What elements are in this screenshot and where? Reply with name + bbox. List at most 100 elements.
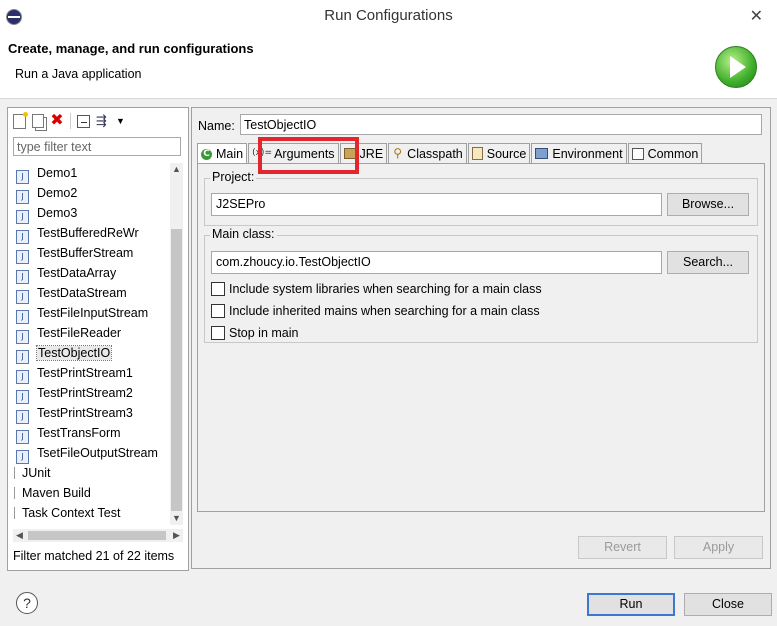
tab-main[interactable]: C Main [197, 143, 248, 164]
main-class-field[interactable]: com.zhoucy.io.TestObjectIO [211, 251, 662, 274]
tree-group-item[interactable]: Task Context Test [13, 503, 168, 523]
tab-label: Main [216, 147, 244, 161]
close-window-button[interactable]: ✕ [750, 6, 763, 26]
tree-item-label: Demo2 [37, 186, 78, 200]
delete-icon[interactable]: ✖ [50, 113, 64, 129]
name-label: Name: [198, 119, 235, 133]
java-app-icon: J [16, 190, 29, 204]
tree-config-item[interactable]: J TestTransForm [13, 423, 168, 444]
run-icon [715, 46, 757, 88]
source-tab-icon [471, 147, 483, 160]
checkbox-box[interactable] [211, 326, 225, 340]
apply-button[interactable]: Apply [674, 536, 763, 559]
tree-item-label: TestPrintStream1 [37, 366, 133, 380]
tree-config-item[interactable]: J TestPrintStream1 [13, 363, 168, 384]
tree-config-item[interactable]: J TestFileReader [13, 323, 168, 344]
toolbar-separator [70, 113, 71, 129]
help-icon[interactable]: ? [16, 592, 38, 614]
main-class-label: Main class: [210, 227, 277, 241]
project-label: Project: [210, 170, 257, 184]
tree-item-label: TestPrintStream3 [37, 406, 133, 420]
tree-group-item[interactable]: JUnit [13, 463, 168, 483]
horizontal-scrollbar[interactable]: ◀ ▶ [13, 529, 183, 542]
tab-classpath[interactable]: ⚲ Classpath [388, 143, 467, 163]
tab-label: Environment [552, 146, 623, 161]
filter-icon[interactable]: ⇶ [96, 114, 110, 128]
collapse-all-icon[interactable] [77, 114, 90, 128]
tab-common[interactable]: Common [627, 143, 703, 163]
vertical-scrollbar[interactable]: ▲ ▼ [170, 163, 183, 525]
scrollbar-thumb[interactable] [171, 229, 182, 511]
tree-config-item[interactable]: J TestObjectIO [13, 343, 168, 364]
tab-label: JRE [359, 146, 384, 161]
scroll-down-arrow-icon[interactable]: ▼ [170, 512, 183, 525]
search-button[interactable]: Search... [667, 251, 749, 274]
tree-item-label: TestTransForm [37, 426, 121, 440]
stop-in-main-checkbox[interactable]: Stop in main [211, 325, 298, 341]
tab-label: Common [647, 146, 699, 161]
tree-config-item[interactable]: J TestPrintStream2 [13, 383, 168, 404]
jre-tab-icon [343, 148, 356, 159]
main-tab-icon: C [201, 148, 212, 160]
java-app-icon: J [16, 230, 29, 244]
tree-config-item[interactable]: J TestDataStream [13, 283, 168, 304]
include-inherited-mains-checkbox[interactable]: Include inherited mains when searching f… [211, 303, 540, 319]
tab-label: Classpath [407, 146, 463, 161]
tree-config-item[interactable]: J Demo2 [13, 183, 168, 204]
close-button[interactable]: Close [684, 593, 772, 616]
tab-environment[interactable]: Environment [531, 143, 627, 163]
tree-config-item[interactable]: J TestFileInputStream [13, 303, 168, 324]
project-field[interactable]: J2SEPro [211, 193, 662, 216]
java-app-icon: J [16, 290, 29, 304]
tree-item-label: TestBufferStream [37, 246, 134, 260]
tree-connector-icon [14, 467, 19, 479]
main-tab-content: Project: J2SEPro Browse... Main class: c… [197, 163, 765, 512]
run-button[interactable]: Run [587, 593, 675, 616]
tree-connector-icon [14, 507, 19, 519]
tree-config-item[interactable]: J TsetFileOutputStream [13, 443, 168, 464]
scroll-right-arrow-icon[interactable]: ▶ [170, 529, 183, 542]
java-app-icon: J [16, 450, 29, 464]
tree-item-label: Task Context Test [22, 506, 121, 520]
scroll-left-arrow-icon[interactable]: ◀ [13, 529, 26, 542]
tree-config-item[interactable]: J TestBufferedReWr [13, 223, 168, 244]
banner-heading: Create, manage, and run configurations [8, 41, 254, 56]
include-system-libraries-checkbox[interactable]: Include system libraries when searching … [211, 281, 542, 297]
checkbox-label: Include inherited mains when searching f… [229, 304, 540, 318]
tab-strip: C Main (x)= Arguments JRE ⚲ Classpath Source Env… [197, 143, 703, 164]
configuration-list-panel: ✖ ⇶ ▼ J Demo1 J Demo2 J Demo3 J TestBufferedReW… [7, 107, 189, 571]
tree-item-label: TestBufferedReWr [37, 226, 139, 240]
java-app-icon: J [16, 350, 29, 364]
tab-jre[interactable]: JRE [339, 143, 388, 163]
tree-group-item[interactable]: Maven Build [13, 483, 168, 503]
common-tab-icon [631, 147, 644, 160]
checkbox-box[interactable] [211, 282, 225, 296]
name-field[interactable] [240, 114, 762, 135]
tab-arguments[interactable]: (x)= Arguments [248, 143, 339, 163]
environment-tab-icon [535, 148, 549, 159]
revert-button[interactable]: Revert [578, 536, 667, 559]
tree-item-label: TestObjectIO [35, 345, 113, 361]
duplicate-icon[interactable] [32, 114, 44, 128]
tree-item-label: TsetFileOutputStream [37, 446, 158, 460]
dropdown-arrow-icon[interactable]: ▼ [116, 114, 130, 128]
tree-config-item[interactable]: J TestDataArray [13, 263, 168, 284]
checkbox-label: Include system libraries when searching … [229, 282, 542, 296]
tab-source[interactable]: Source [467, 143, 531, 163]
scroll-up-arrow-icon[interactable]: ▲ [170, 163, 183, 176]
checkbox-box[interactable] [211, 304, 225, 318]
filter-input[interactable] [13, 137, 181, 156]
tree-item-label: TestFileInputStream [37, 306, 149, 320]
classpath-tab-icon: ⚲ [393, 146, 403, 160]
tree-item-label: TestDataArray [37, 266, 117, 280]
hscrollbar-thumb[interactable] [28, 531, 166, 540]
main-class-group: Main class: com.zhoucy.io.TestObjectIO S… [204, 227, 758, 343]
java-app-icon: J [16, 390, 29, 404]
browse-button[interactable]: Browse... [667, 193, 749, 216]
new-config-icon[interactable] [13, 111, 28, 129]
tree-config-item[interactable]: J TestPrintStream3 [13, 403, 168, 424]
tree-config-item[interactable]: J Demo1 [13, 163, 168, 184]
tree-config-item[interactable]: J TestBufferStream [13, 243, 168, 264]
tree-config-item[interactable]: J Demo3 [13, 203, 168, 224]
project-group: Project: J2SEPro Browse... [204, 170, 758, 226]
